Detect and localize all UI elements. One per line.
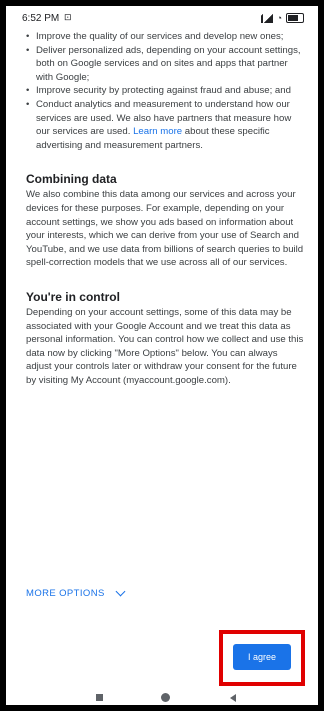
section-heading: Combining data	[26, 172, 117, 187]
agree-button[interactable]: I agree	[233, 644, 291, 670]
list-item: Deliver personalized ads, depending on y…	[26, 44, 304, 85]
in-control-section: You're in control Depending on your acco…	[26, 290, 304, 388]
home-circle-icon[interactable]	[161, 693, 170, 702]
combining-data-section: Combining data We also combine this data…	[26, 172, 304, 270]
list-item: Conduct analytics and measurement to und…	[26, 98, 304, 152]
list-item: Improve security by protecting against f…	[26, 84, 304, 98]
battery-icon	[286, 13, 304, 23]
chevron-down-icon	[115, 586, 126, 597]
recents-square-icon[interactable]	[96, 694, 103, 701]
section-heading: You're in control	[26, 289, 120, 304]
section-body: We also combine this data among our serv…	[26, 189, 304, 269]
consent-screen: 6:52 PM ⊡ ◔ Improve the quality of our s…	[6, 6, 318, 705]
section-body: Depending on your account settings, some…	[26, 306, 304, 386]
status-icons: ◔	[260, 12, 304, 23]
purpose-list: Improve the quality of our services and …	[26, 30, 304, 152]
back-triangle-icon[interactable]	[230, 694, 236, 702]
status-time: 6:52 PM	[22, 13, 60, 24]
notification-icon: ⊡	[64, 12, 72, 22]
policy-content: Improve the quality of our services and …	[26, 30, 304, 387]
learn-more-link[interactable]: Learn more	[133, 126, 182, 137]
status-bar: 6:52 PM ⊡ ◔	[6, 6, 318, 30]
more-options-button[interactable]: MORE OPTIONS	[26, 586, 126, 599]
more-options-label: MORE OPTIONS	[26, 588, 105, 599]
list-item: Improve the quality of our services and …	[26, 30, 304, 44]
signal-icon	[260, 13, 273, 23]
wifi-icon: ◔	[276, 12, 282, 23]
